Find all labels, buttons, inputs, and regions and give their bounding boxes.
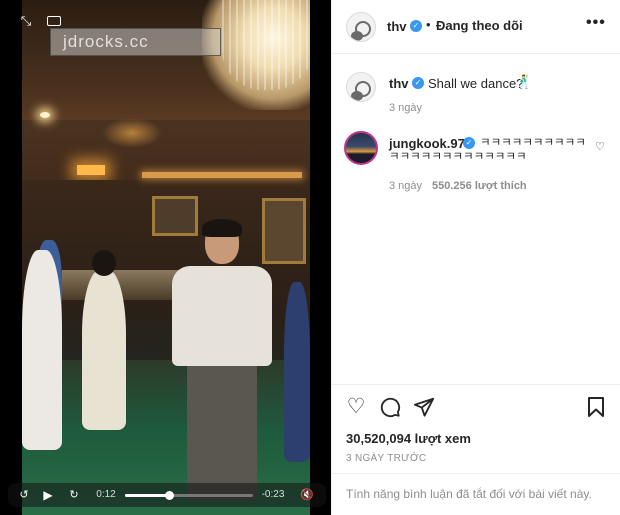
- comment-avatar[interactable]: [344, 131, 378, 165]
- watermark: jdrocks.cc: [50, 28, 221, 56]
- post-actions: ♡ 30,520,094 lượt xem 3 NGÀY TRƯỚC Tính …: [332, 384, 620, 515]
- remaining-time: -0:23: [261, 489, 285, 500]
- post-header: thv ✓ • Đang theo dõi •••: [332, 0, 620, 54]
- posted-time[interactable]: 3 NGÀY TRƯỚC: [346, 453, 426, 464]
- comment-likes[interactable]: 550.256 lượt thích: [432, 180, 527, 192]
- verified-badge-icon: ✓: [463, 137, 475, 149]
- muted-speaker-icon[interactable]: 🔇: [298, 486, 316, 504]
- comment-like-heart-icon[interactable]: ♡: [595, 140, 605, 153]
- author-username[interactable]: thv: [387, 19, 407, 34]
- comments-disabled-notice: Tính năng bình luận đã tắt đối với bài v…: [332, 473, 620, 515]
- comment-icon[interactable]: [378, 395, 402, 419]
- heart-icon[interactable]: ♡: [344, 395, 368, 419]
- play-icon[interactable]: ▶: [40, 486, 56, 504]
- seek-bar[interactable]: [125, 491, 253, 500]
- seek-handle[interactable]: [164, 491, 174, 500]
- video-controls: ↺ ▶ ↻ 0:12 -0:23 🔇: [8, 483, 326, 507]
- caption-avatar[interactable]: [346, 72, 376, 102]
- bookmark-icon[interactable]: [584, 395, 608, 419]
- video-frame: [22, 0, 310, 515]
- video-player[interactable]: ⤡ jdrocks.cc ↺ ▶ ↻ 0:12 -0:23 🔇: [0, 0, 331, 515]
- following-button[interactable]: Đang theo dõi: [436, 18, 523, 33]
- verified-badge-icon: ✓: [412, 77, 424, 89]
- rewind-10-icon[interactable]: ↺: [16, 486, 32, 504]
- view-count[interactable]: 30,520,094 lượt xem: [346, 431, 471, 446]
- expand-icon[interactable]: ⤡: [16, 12, 36, 30]
- comment-username[interactable]: jungkook.97: [389, 136, 465, 151]
- post-panel: thv ✓ • Đang theo dõi ••• thv ✓ Shall we…: [331, 0, 620, 515]
- seek-bar-progress: [125, 494, 169, 497]
- avatar[interactable]: [346, 12, 376, 42]
- share-icon[interactable]: [412, 395, 436, 419]
- forward-10-icon[interactable]: ↻: [66, 486, 82, 504]
- comment-time[interactable]: 3 ngày: [389, 180, 422, 192]
- caption-username[interactable]: thv: [389, 76, 409, 91]
- caption-text: Shall we dance?: [428, 76, 524, 91]
- separator-dot: •: [426, 17, 431, 32]
- dancer-emoji-icon: 🕺: [516, 74, 533, 89]
- caption-time[interactable]: 3 ngày: [389, 102, 422, 114]
- more-options-icon[interactable]: •••: [586, 14, 606, 32]
- verified-badge-icon: ✓: [410, 20, 422, 32]
- current-time: 0:12: [96, 489, 116, 500]
